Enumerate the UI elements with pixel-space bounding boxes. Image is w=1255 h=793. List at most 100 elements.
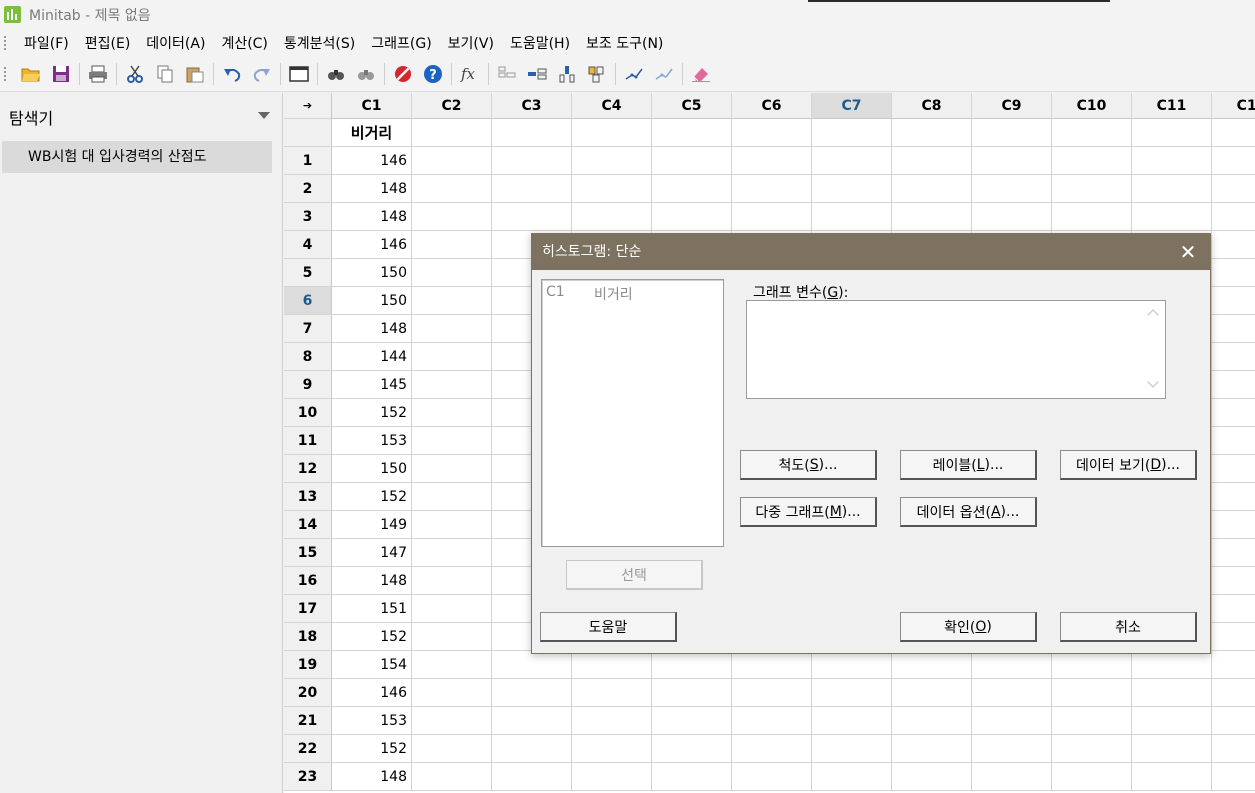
cell-c12[interactable]: [1212, 567, 1255, 595]
row-header[interactable]: 23: [284, 763, 332, 791]
cell-c2[interactable]: [412, 147, 492, 175]
cell-c4[interactable]: [572, 707, 652, 735]
row-header[interactable]: 18: [284, 623, 332, 651]
cell-c4[interactable]: [572, 147, 652, 175]
graph-variables-input[interactable]: [746, 300, 1166, 399]
cell-c2[interactable]: [412, 707, 492, 735]
cell-c3[interactable]: [492, 763, 572, 791]
cell-c5[interactable]: [652, 735, 732, 763]
cell-c3[interactable]: [492, 651, 572, 679]
cell-c2[interactable]: [412, 455, 492, 483]
cell-c4[interactable]: [572, 175, 652, 203]
open-folder-icon[interactable]: [18, 61, 44, 87]
cell-c12[interactable]: [1212, 343, 1255, 371]
cell-c7[interactable]: [812, 707, 892, 735]
cell-c12[interactable]: [1212, 455, 1255, 483]
row-header[interactable]: 6: [284, 287, 332, 315]
column-name-c1[interactable]: 비거리: [332, 119, 412, 147]
row-header[interactable]: 5: [284, 259, 332, 287]
menu-item-8[interactable]: 보조 도구(N): [578, 33, 671, 53]
cell-c12[interactable]: [1212, 623, 1255, 651]
cell-c2[interactable]: [412, 735, 492, 763]
cell-c4[interactable]: [572, 203, 652, 231]
cell-c1[interactable]: 148: [332, 203, 412, 231]
insert-row-icon[interactable]: [524, 61, 550, 87]
cell-c8[interactable]: [892, 707, 972, 735]
row-header[interactable]: 22: [284, 735, 332, 763]
cell-c1[interactable]: 153: [332, 707, 412, 735]
cell-c11[interactable]: [1132, 735, 1212, 763]
cell-c11[interactable]: [1132, 707, 1212, 735]
cell-c1[interactable]: 146: [332, 147, 412, 175]
cell-c2[interactable]: [412, 651, 492, 679]
cell-c6[interactable]: [732, 763, 812, 791]
cell-c1[interactable]: 151: [332, 595, 412, 623]
menu-item-3[interactable]: 계산(C): [213, 33, 275, 53]
cell-c12[interactable]: [1212, 679, 1255, 707]
cell-c11[interactable]: [1132, 763, 1212, 791]
menu-item-6[interactable]: 보기(V): [440, 33, 502, 53]
close-icon[interactable]: ✕: [1178, 242, 1198, 262]
column-header-c11[interactable]: C11: [1132, 93, 1212, 119]
cell-c12[interactable]: [1212, 707, 1255, 735]
cell-c12[interactable]: [1212, 231, 1255, 259]
cancel-button[interactable]: 취소: [1060, 612, 1197, 642]
column-header-c4[interactable]: C4: [572, 93, 652, 119]
cell-c10[interactable]: [1052, 707, 1132, 735]
cell-c7[interactable]: [812, 651, 892, 679]
cell-c1[interactable]: 149: [332, 511, 412, 539]
cell-c11[interactable]: [1132, 679, 1212, 707]
scroll-down-icon[interactable]: [1147, 376, 1159, 388]
column-header-c8[interactable]: C8: [892, 93, 972, 119]
row-header[interactable]: 14: [284, 511, 332, 539]
cell-c1[interactable]: 148: [332, 567, 412, 595]
cell-c1[interactable]: 153: [332, 427, 412, 455]
cell-c1[interactable]: 150: [332, 455, 412, 483]
cell-c3[interactable]: [492, 735, 572, 763]
cell-c2[interactable]: [412, 315, 492, 343]
cell-c12[interactable]: [1212, 735, 1255, 763]
cell-c12[interactable]: [1212, 259, 1255, 287]
cell-c7[interactable]: [812, 175, 892, 203]
column-name-c3[interactable]: [492, 119, 572, 147]
column-name-c6[interactable]: [732, 119, 812, 147]
cell-c12[interactable]: [1212, 595, 1255, 623]
column-header-c12[interactable]: C12: [1212, 93, 1255, 119]
variable-list-item[interactable]: C1 비거리: [546, 284, 633, 304]
data-options-button[interactable]: 데이터 옵션(A)...: [900, 497, 1037, 527]
row-header[interactable]: 11: [284, 427, 332, 455]
cell-c10[interactable]: [1052, 735, 1132, 763]
cut-icon[interactable]: [122, 61, 148, 87]
cell-c9[interactable]: [972, 707, 1052, 735]
cell-c12[interactable]: [1212, 287, 1255, 315]
row-header[interactable]: 4: [284, 231, 332, 259]
cell-c9[interactable]: [972, 651, 1052, 679]
cell-c11[interactable]: [1132, 147, 1212, 175]
eraser-icon[interactable]: [688, 61, 714, 87]
cell-c4[interactable]: [572, 651, 652, 679]
cell-c2[interactable]: [412, 763, 492, 791]
cell-c11[interactable]: [1132, 203, 1212, 231]
scale-button[interactable]: 척도(S)...: [740, 450, 877, 480]
variable-list[interactable]: C1 비거리: [541, 279, 724, 547]
cell-c1[interactable]: 152: [332, 623, 412, 651]
row-header[interactable]: 19: [284, 651, 332, 679]
cell-c9[interactable]: [972, 735, 1052, 763]
row-header[interactable]: 20: [284, 679, 332, 707]
column-header-c1[interactable]: C1: [332, 93, 412, 119]
cell-c7[interactable]: [812, 147, 892, 175]
column-name-c2[interactable]: [412, 119, 492, 147]
cell-c9[interactable]: [972, 679, 1052, 707]
cell-c5[interactable]: [652, 651, 732, 679]
cell-c9[interactable]: [972, 175, 1052, 203]
row-header[interactable]: 16: [284, 567, 332, 595]
cell-c2[interactable]: [412, 595, 492, 623]
cell-c1[interactable]: 144: [332, 343, 412, 371]
cell-c6[interactable]: [732, 679, 812, 707]
cell-c6[interactable]: [732, 651, 812, 679]
cell-c8[interactable]: [892, 147, 972, 175]
cell-c6[interactable]: [732, 735, 812, 763]
help-button[interactable]: 도움말: [540, 612, 677, 642]
cell-c2[interactable]: [412, 679, 492, 707]
cell-c6[interactable]: [732, 203, 812, 231]
